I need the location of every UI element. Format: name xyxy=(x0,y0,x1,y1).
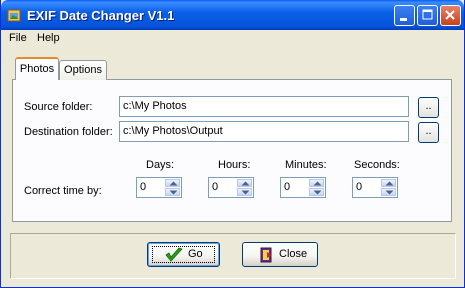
menu-bar: File Help xyxy=(1,30,464,48)
seconds-stepper[interactable]: 0 xyxy=(352,177,398,198)
minutes-value: 0 xyxy=(284,181,291,193)
spin-up-arrow-icon xyxy=(313,181,322,186)
hours-down-button[interactable] xyxy=(237,188,252,196)
minimize-button[interactable] xyxy=(394,5,415,26)
source-folder-field[interactable]: c:\My Photos xyxy=(119,96,409,117)
menu-help[interactable]: Help xyxy=(37,32,60,44)
minutes-up-button[interactable] xyxy=(309,179,324,187)
maximize-icon xyxy=(422,9,433,20)
close-button[interactable]: Close xyxy=(242,242,318,267)
focus-rect xyxy=(152,246,215,263)
spin-down-arrow-icon xyxy=(385,190,394,195)
maximize-button[interactable] xyxy=(417,5,438,26)
destination-folder-label: Destination folder: xyxy=(24,126,113,138)
spin-down-arrow-icon xyxy=(169,190,178,195)
tab-photos-label: Photos xyxy=(19,63,55,75)
seconds-down-button[interactable] xyxy=(381,188,396,196)
days-stepper[interactable]: 0 xyxy=(136,177,182,198)
exit-door-icon xyxy=(260,247,272,263)
days-down-button[interactable] xyxy=(165,188,180,196)
spin-down-arrow-icon xyxy=(313,190,322,195)
menu-file[interactable]: File xyxy=(9,32,27,44)
spin-up-arrow-icon xyxy=(385,181,394,186)
seconds-value: 0 xyxy=(356,181,363,193)
tab-panel-photos: Source folder: c:\My Photos .. Destinati… xyxy=(12,79,452,222)
tab-options-label: Options xyxy=(64,64,102,76)
hours-up-button[interactable] xyxy=(237,179,252,187)
source-browse-button[interactable]: .. xyxy=(418,97,439,118)
checkmark-icon xyxy=(165,247,183,262)
hours-stepper[interactable]: 0 xyxy=(208,177,254,198)
minutes-label: Minutes: xyxy=(285,159,327,171)
source-folder-label: Source folder: xyxy=(24,101,93,113)
minimize-icon xyxy=(400,18,407,21)
app-icon xyxy=(7,9,21,22)
hours-label: Hours: xyxy=(218,159,251,171)
go-button-label: Go xyxy=(188,248,203,260)
seconds-up-button[interactable] xyxy=(381,179,396,187)
destination-browse-button[interactable]: .. xyxy=(418,122,439,143)
spin-down-arrow-icon xyxy=(241,190,250,195)
days-label: Days: xyxy=(146,159,175,171)
tab-options[interactable]: Options xyxy=(59,60,107,80)
tab-photos[interactable]: Photos xyxy=(15,57,59,80)
spin-up-arrow-icon xyxy=(169,181,178,186)
button-panel: Go Close xyxy=(10,233,456,279)
hours-value: 0 xyxy=(212,181,219,193)
window-title: EXIF Date Changer V1.1 xyxy=(27,8,175,23)
go-button[interactable]: Go xyxy=(147,242,220,267)
minutes-down-button[interactable] xyxy=(309,188,324,196)
correct-time-label: Correct time by: xyxy=(24,185,102,197)
spin-up-arrow-icon xyxy=(241,181,250,186)
days-value: 0 xyxy=(140,181,147,193)
seconds-label: Seconds: xyxy=(354,159,400,171)
days-up-button[interactable] xyxy=(165,179,180,187)
close-icon xyxy=(445,10,455,20)
title-bar[interactable]: EXIF Date Changer V1.1 xyxy=(1,0,464,30)
destination-folder-field[interactable]: c:\My Photos\Output xyxy=(119,121,409,142)
minutes-stepper[interactable]: 0 xyxy=(280,177,326,198)
app-window: EXIF Date Changer V1.1 File Help Source … xyxy=(0,0,465,288)
close-window-button[interactable] xyxy=(440,5,461,26)
close-button-label: Close xyxy=(279,248,308,260)
